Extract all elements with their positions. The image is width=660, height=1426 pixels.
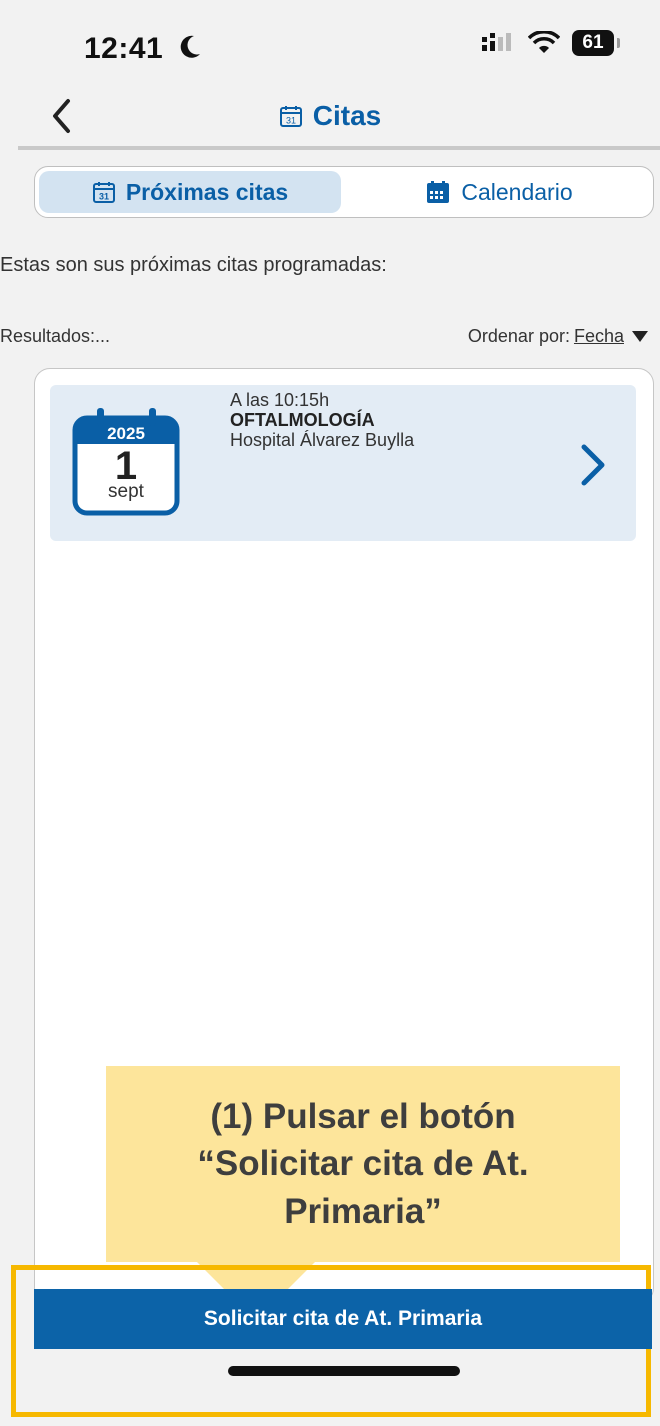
chevron-right-icon[interactable] bbox=[578, 442, 608, 488]
calendar-icon: 31 bbox=[279, 106, 302, 127]
calendar-grid-icon bbox=[427, 181, 450, 203]
page-title: 31 Citas bbox=[0, 100, 660, 132]
status-icons: 61 bbox=[482, 30, 620, 56]
request-primary-care-appointment-button[interactable]: Solicitar cita de At. Primaria bbox=[34, 1289, 652, 1349]
appointment-month: sept bbox=[108, 481, 144, 502]
intro-text: Estas son sus próximas citas programadas… bbox=[0, 254, 387, 276]
instruction-callout: (1) Pulsar el botón “Solicitar cita de A… bbox=[106, 1066, 620, 1262]
svg-text:31: 31 bbox=[286, 116, 296, 126]
appointment-hospital: Hospital Álvarez Buylla bbox=[230, 430, 415, 450]
tab-proximas-citas[interactable]: 31 Próximas citas bbox=[39, 171, 341, 213]
header-divider bbox=[18, 146, 660, 150]
tab-label: Calendario bbox=[461, 178, 573, 205]
moon-icon bbox=[180, 35, 200, 58]
signal-icon bbox=[482, 33, 511, 51]
calendar-icon: 31 bbox=[92, 182, 115, 203]
sort-prefix: Ordenar por: bbox=[467, 326, 570, 346]
wifi-icon bbox=[528, 31, 560, 53]
battery-icon: 61 bbox=[572, 30, 620, 56]
status-time: 12:41 bbox=[84, 32, 164, 65]
page-title-text: Citas bbox=[312, 100, 382, 131]
appointment-time: A las 10:15h bbox=[230, 390, 330, 410]
appointment-specialty: OFTALMOLOGÍA bbox=[230, 410, 375, 430]
sort-control[interactable]: Ordenar por: Fecha bbox=[468, 326, 648, 347]
caret-down-icon bbox=[632, 331, 648, 342]
svg-text:31: 31 bbox=[99, 192, 109, 202]
sort-value[interactable]: Fecha bbox=[574, 326, 624, 347]
tab-calendario[interactable]: Calendario bbox=[345, 167, 653, 217]
home-indicator[interactable] bbox=[228, 1366, 460, 1376]
appointment-year: 2025 bbox=[107, 424, 145, 443]
callout-text: (1) Pulsar el botón “Solicitar cita de A… bbox=[197, 1097, 529, 1231]
tab-bar: 31 Próximas citas Calendario bbox=[34, 166, 654, 218]
tab-label: Próximas citas bbox=[125, 178, 289, 205]
results-label: Resultados:... bbox=[0, 326, 111, 346]
